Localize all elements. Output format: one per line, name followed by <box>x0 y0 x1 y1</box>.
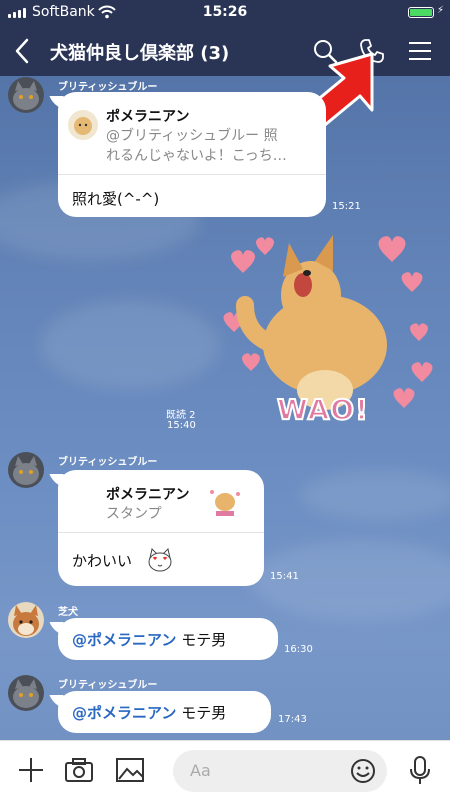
message-time: 16:30 <box>284 644 313 655</box>
avatar[interactable] <box>8 602 44 638</box>
input-placeholder: Aa <box>190 761 211 780</box>
avatar[interactable] <box>8 452 44 488</box>
message-text: かわいい <box>72 552 133 570</box>
sender-name: ブリティッシュブルー <box>58 457 158 468</box>
chat-screen: SoftBank 15:26 ⚡ 犬猫仲良し倶楽部 (3) ブリティッシュブルー… <box>0 0 450 800</box>
reply-thumbnail <box>68 110 98 140</box>
reply-sender: ポメラニアン <box>106 487 190 503</box>
mention-link[interactable]: @ポメラニアン <box>72 631 176 649</box>
chat-title: 犬猫仲良し倶楽部 (3) <box>50 43 230 64</box>
bg-cloud <box>300 470 450 520</box>
message-text: 照れ愛(^-^) <box>72 190 160 208</box>
message-bubble[interactable]: @ポメラニアン モテ男 <box>58 691 271 733</box>
reply-text: スタンプ <box>106 506 162 522</box>
sticker[interactable]: WAO! <box>215 225 445 435</box>
message-time: 17:43 <box>278 714 307 725</box>
message-text: @ポメラニアン モテ男 <box>72 704 227 722</box>
avatar[interactable] <box>8 675 44 711</box>
message-time: 15:41 <box>270 571 299 582</box>
message-time: 15:40 <box>167 420 196 431</box>
read-receipt: 既読 2 <box>166 410 196 421</box>
message-bubble[interactable]: ポメラニアン @ブリティッシュブルー 照 れるんじゃないよ！こっち… 照れ愛(^… <box>58 92 326 217</box>
sender-name: ブリティッシュブルー <box>58 82 158 93</box>
reply-text: @ブリティッシュブルー 照 <box>106 128 278 144</box>
microphone-icon[interactable] <box>405 755 435 785</box>
mention-link[interactable]: @ポメラニアン <box>72 704 176 722</box>
message-bubble[interactable]: ポメラニアン スタンプ かわいい <box>58 470 264 586</box>
bg-cloud <box>40 300 220 390</box>
message-input[interactable]: Aa <box>173 750 387 792</box>
menu-icon[interactable] <box>405 36 435 66</box>
message-bubble[interactable]: @ポメラニアン モテ男 <box>58 618 278 660</box>
reply-sender: ポメラニアン <box>106 109 190 125</box>
sender-name: 芝犬 <box>58 607 78 618</box>
avatar[interactable] <box>8 77 44 113</box>
battery-icon <box>408 7 434 18</box>
emoji-icon[interactable] <box>349 757 377 785</box>
message-time: 15:21 <box>332 201 361 212</box>
divider <box>58 532 264 533</box>
message-text: @ポメラニアン モテ男 <box>72 631 227 649</box>
camera-icon[interactable] <box>64 755 94 785</box>
status-bar: SoftBank 15:26 ⚡ <box>0 0 450 26</box>
cat-emoji-icon <box>148 548 172 572</box>
plus-icon[interactable] <box>16 755 46 785</box>
image-icon[interactable] <box>115 755 145 785</box>
back-icon[interactable] <box>12 37 32 65</box>
clock: 15:26 <box>202 4 248 20</box>
sticker-text: WAO! <box>276 392 369 427</box>
charging-icon: ⚡ <box>436 5 444 16</box>
divider <box>58 174 326 175</box>
input-bar: Aa <box>0 740 450 800</box>
sender-name: ブリティッシュブルー <box>58 680 158 691</box>
reply-text: れるんじゃないよ！こっち… <box>106 148 287 164</box>
sticker-thumbnail <box>210 490 240 516</box>
